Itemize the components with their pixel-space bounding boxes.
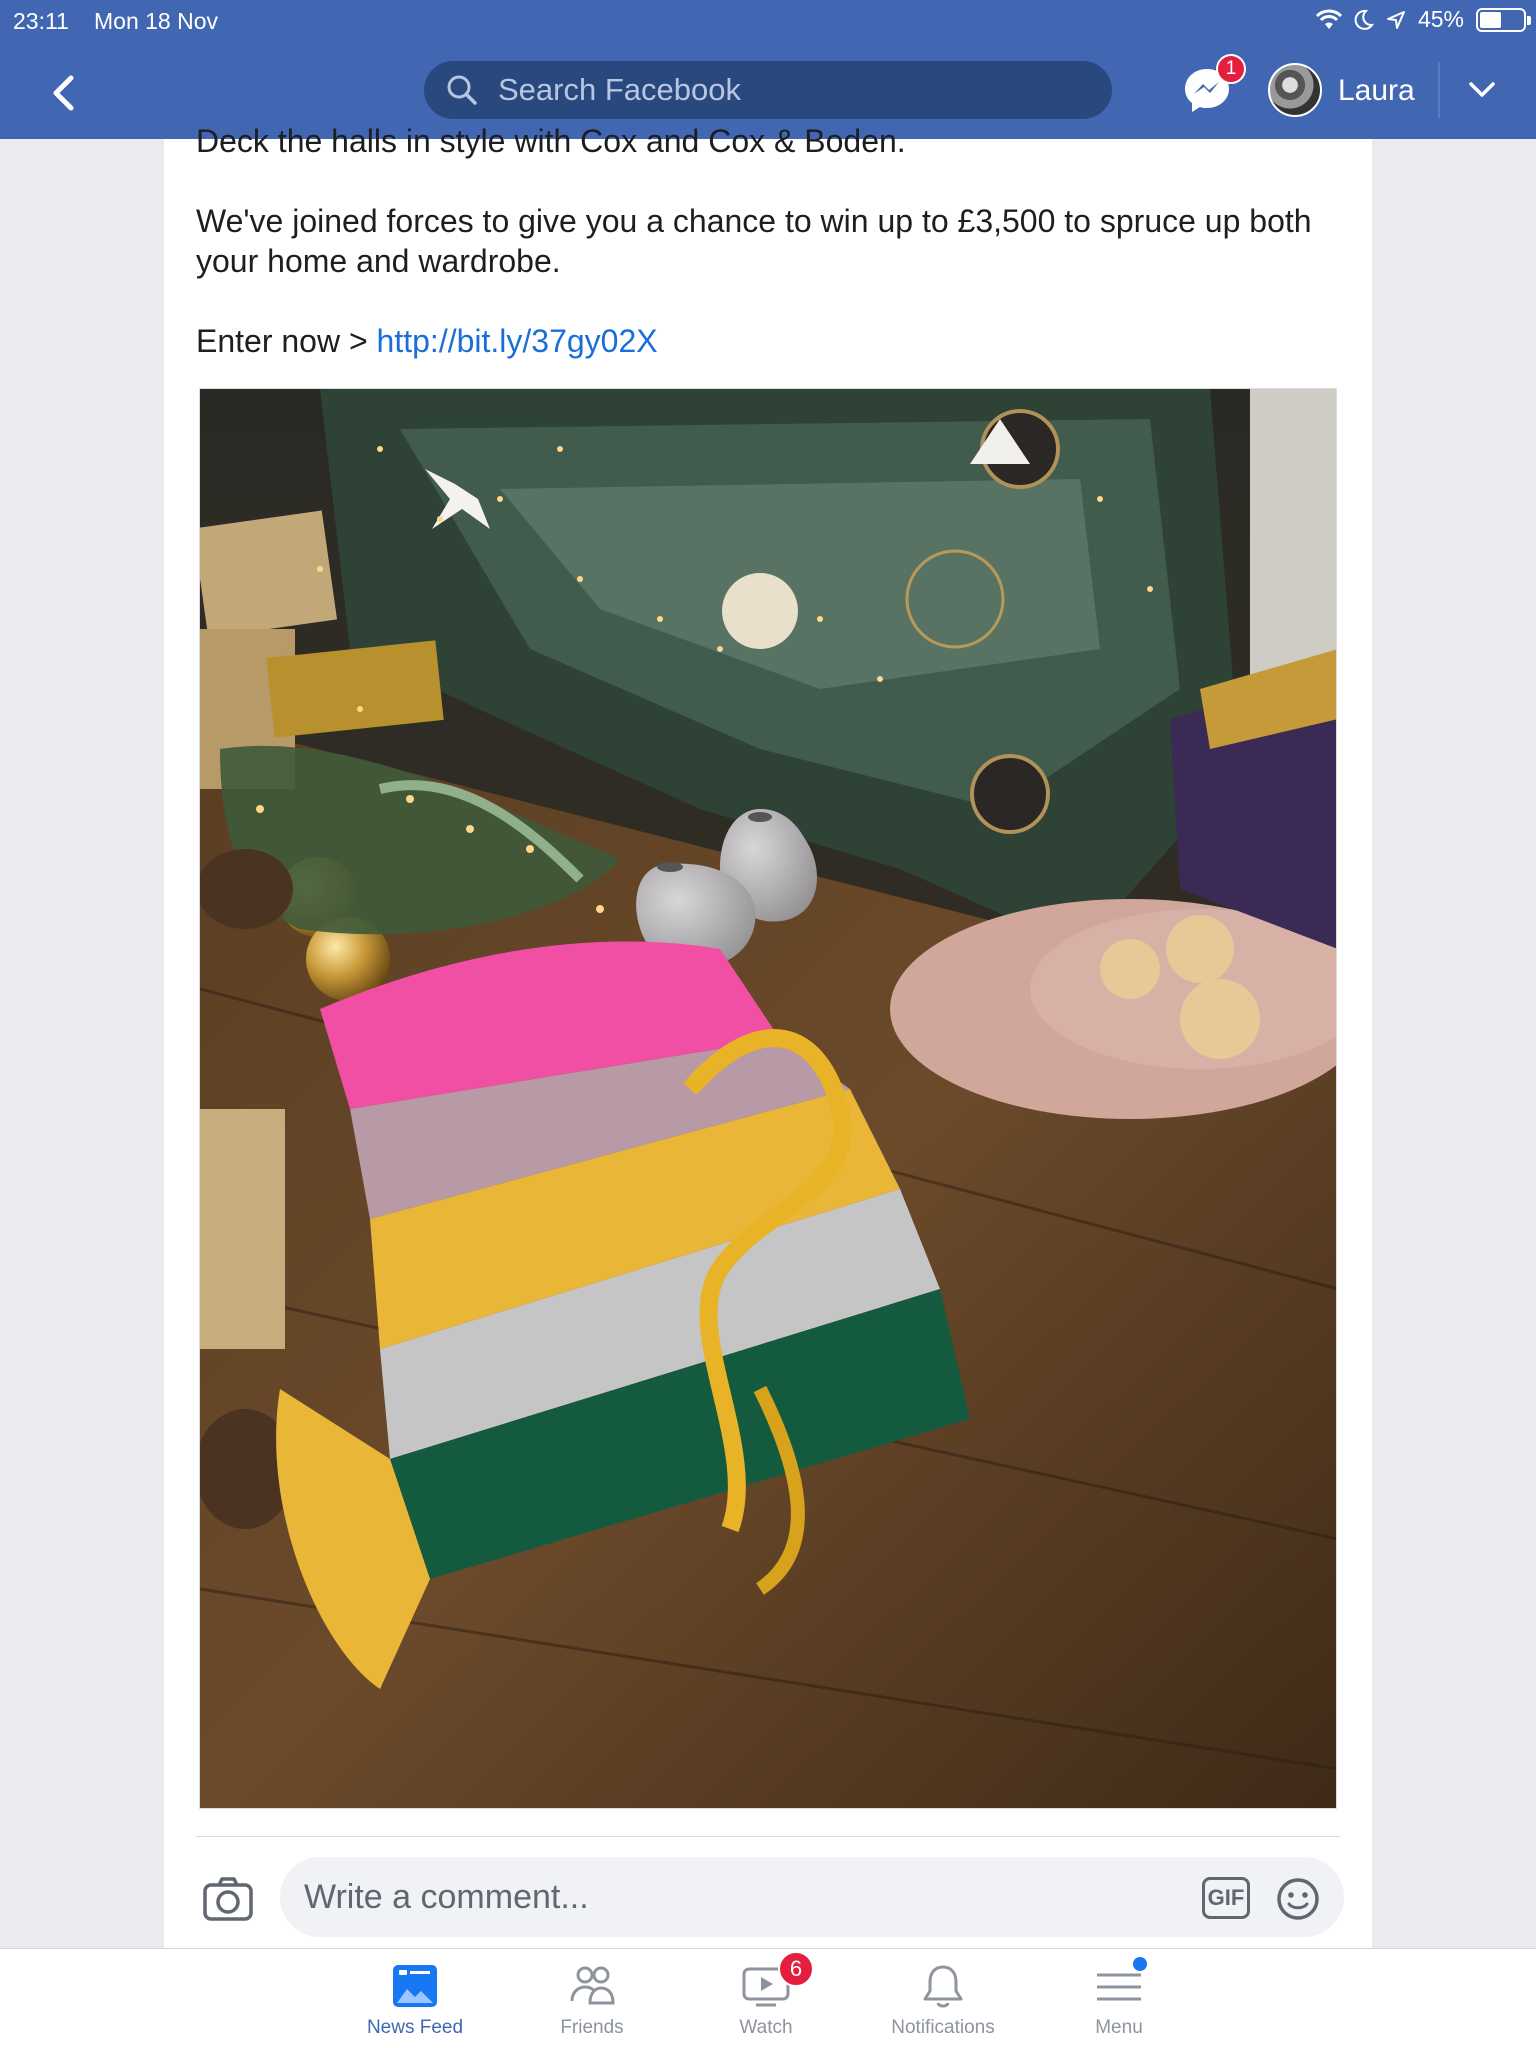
post-text-paragraph: We've joined forces to give you a chance… xyxy=(196,203,1312,279)
post-card: Deck the halls in style with Cox and Cox… xyxy=(164,123,1372,1948)
nav-row: Search Facebook 1 Laura xyxy=(0,54,1536,126)
tab-menu[interactable]: Menu xyxy=(1029,1955,1209,2047)
post-text-cta: Enter now > http://bit.ly/37gy02X xyxy=(196,321,1346,361)
battery-icon xyxy=(1476,7,1531,32)
comment-placeholder: Write a comment... xyxy=(304,1877,589,1916)
battery-percent: 45% xyxy=(1417,6,1464,32)
search-input[interactable]: Search Facebook xyxy=(424,61,1112,119)
search-placeholder: Search Facebook xyxy=(498,72,741,107)
moon-icon xyxy=(1354,9,1374,30)
cta-prefix: Enter now > xyxy=(196,323,377,359)
watch-badge: 6 xyxy=(778,1951,814,1987)
chevron-down-icon xyxy=(1469,82,1495,97)
tab-label: Menu xyxy=(1095,2017,1143,2038)
camera-button[interactable] xyxy=(202,1873,254,1925)
back-button[interactable] xyxy=(40,70,86,116)
post-text-line: Deck the halls in style with Cox and Cox… xyxy=(196,123,906,159)
menu-dot xyxy=(1131,1955,1149,1973)
post-link[interactable]: http://bit.ly/37gy02X xyxy=(377,323,658,359)
tab-news-feed[interactable]: News Feed xyxy=(325,1961,505,2047)
account-menu-button[interactable] xyxy=(1462,70,1502,110)
friends-icon xyxy=(570,1966,615,2005)
gif-button[interactable]: GIF xyxy=(1202,1877,1250,1919)
tab-label: Notifications xyxy=(891,2017,995,2038)
tab-watch[interactable]: 6 Watch xyxy=(676,1951,856,2047)
smiley-icon xyxy=(1277,1878,1319,1920)
location-arrow-icon xyxy=(1386,10,1405,29)
tab-bar: News Feed Friends 6 Watch Notifications … xyxy=(0,1948,1536,2048)
avatar[interactable] xyxy=(1268,63,1322,117)
status-bar: 23:11 Mon 18 Nov 45% xyxy=(0,0,1536,40)
status-time: 23:11 xyxy=(13,8,69,34)
emoji-button[interactable] xyxy=(1276,1877,1320,1921)
status-date: Mon 18 Nov xyxy=(94,8,219,34)
messenger-badge: 1 xyxy=(1216,54,1246,84)
tab-friends[interactable]: Friends xyxy=(502,1961,682,2047)
divider xyxy=(196,1836,1340,1837)
top-bar: 23:11 Mon 18 Nov 45% Search Facebook 1 L… xyxy=(0,0,1536,139)
status-indicators: 45% xyxy=(1315,6,1531,33)
tab-label: Friends xyxy=(560,2017,624,2038)
wifi-icon xyxy=(1315,9,1342,29)
comment-input[interactable]: Write a comment... GIF xyxy=(280,1857,1344,1937)
user-name[interactable]: Laura xyxy=(1338,74,1415,108)
tab-label: Watch xyxy=(739,2017,793,2038)
messenger-button[interactable]: 1 xyxy=(1182,54,1246,116)
photo-illustration xyxy=(200,389,1336,1808)
tab-notifications[interactable]: Notifications xyxy=(853,1961,1033,2047)
divider xyxy=(1438,62,1440,118)
bell-icon xyxy=(923,1965,963,2008)
chevron-left-icon xyxy=(53,75,74,111)
camera-icon xyxy=(203,1877,253,1921)
news-feed-icon xyxy=(393,1965,437,2007)
search-icon xyxy=(447,75,477,105)
tab-label: News Feed xyxy=(366,2017,464,2038)
post-photo[interactable] xyxy=(199,388,1337,1809)
